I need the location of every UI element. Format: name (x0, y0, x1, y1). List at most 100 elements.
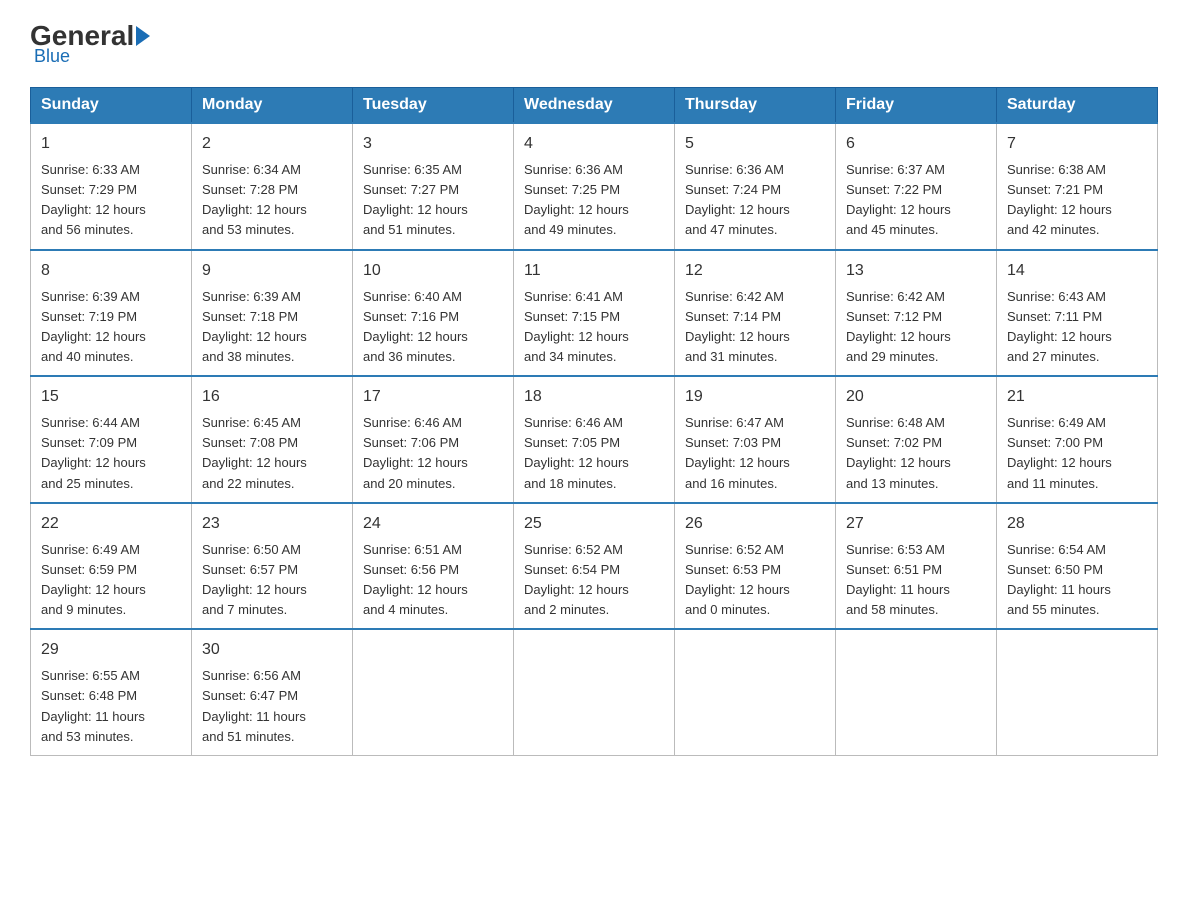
day-info: Sunrise: 6:42 AMSunset: 7:12 PMDaylight:… (846, 287, 986, 368)
day-number: 8 (41, 259, 181, 283)
calendar-cell: 1Sunrise: 6:33 AMSunset: 7:29 PMDaylight… (31, 123, 192, 250)
day-number: 23 (202, 512, 342, 536)
calendar-week-row: 22 Sunrise: 6:49 AMSunset: 6:59 PMDayligh… (31, 503, 1158, 630)
day-info: Sunrise: 6:38 AMSunset: 7:21 PMDaylight:… (1007, 160, 1147, 241)
calendar-cell: 7 Sunrise: 6:38 AMSunset: 7:21 PMDaylight… (997, 123, 1158, 250)
calendar-cell: 29 Sunrise: 6:55 AMSunset: 6:48 PMDayligh… (31, 629, 192, 755)
day-number: 10 (363, 259, 503, 283)
day-number: 16 (202, 385, 342, 409)
day-number: 14 (1007, 259, 1147, 283)
column-header-sunday: Sunday (31, 88, 192, 124)
calendar-cell: 6 Sunrise: 6:37 AMSunset: 7:22 PMDaylight… (836, 123, 997, 250)
day-number: 2 (202, 132, 342, 156)
calendar-cell: 3Sunrise: 6:35 AMSunset: 7:27 PMDaylight… (353, 123, 514, 250)
column-header-thursday: Thursday (675, 88, 836, 124)
day-number: 29 (41, 638, 181, 662)
column-header-monday: Monday (192, 88, 353, 124)
page-header: General Blue (30, 20, 1158, 67)
day-info: Sunrise: 6:49 AMSunset: 6:59 PMDaylight:… (41, 540, 181, 621)
day-info: Sunrise: 6:53 AMSunset: 6:51 PMDaylight:… (846, 540, 986, 621)
day-number: 5 (685, 132, 825, 156)
day-info: Sunrise: 6:41 AMSunset: 7:15 PMDaylight:… (524, 287, 664, 368)
day-number: 3 (363, 132, 503, 156)
calendar-cell: 8 Sunrise: 6:39 AMSunset: 7:19 PMDaylight… (31, 250, 192, 377)
day-number: 24 (363, 512, 503, 536)
calendar-cell: 30Sunrise: 6:56 AMSunset: 6:47 PMDayligh… (192, 629, 353, 755)
calendar-cell: 17 Sunrise: 6:46 AMSunset: 7:06 PMDayligh… (353, 376, 514, 503)
day-number: 1 (41, 132, 181, 156)
day-info: Sunrise: 6:45 AMSunset: 7:08 PMDaylight:… (202, 413, 342, 494)
calendar-cell: 2 Sunrise: 6:34 AMSunset: 7:28 PMDaylight… (192, 123, 353, 250)
day-number: 15 (41, 385, 181, 409)
day-number: 17 (363, 385, 503, 409)
calendar-week-row: 29 Sunrise: 6:55 AMSunset: 6:48 PMDayligh… (31, 629, 1158, 755)
calendar-cell (997, 629, 1158, 755)
calendar-cell: 19 Sunrise: 6:47 AMSunset: 7:03 PMDayligh… (675, 376, 836, 503)
day-info: Sunrise: 6:48 AMSunset: 7:02 PMDaylight:… (846, 413, 986, 494)
logo-blue-text: Blue (30, 46, 152, 67)
calendar-table: SundayMondayTuesdayWednesdayThursdayFrid… (30, 87, 1158, 756)
day-number: 20 (846, 385, 986, 409)
day-number: 21 (1007, 385, 1147, 409)
day-info: Sunrise: 6:44 AMSunset: 7:09 PMDaylight:… (41, 413, 181, 494)
calendar-cell: 13 Sunrise: 6:42 AMSunset: 7:12 PMDayligh… (836, 250, 997, 377)
calendar-week-row: 15 Sunrise: 6:44 AMSunset: 7:09 PMDayligh… (31, 376, 1158, 503)
day-info: Sunrise: 6:52 AMSunset: 6:53 PMDaylight:… (685, 540, 825, 621)
column-header-wednesday: Wednesday (514, 88, 675, 124)
day-info: Sunrise: 6:39 AMSunset: 7:19 PMDaylight:… (41, 287, 181, 368)
logo: General Blue (30, 20, 152, 67)
calendar-cell: 15 Sunrise: 6:44 AMSunset: 7:09 PMDayligh… (31, 376, 192, 503)
logo-triangle-icon (136, 26, 150, 46)
day-info: Sunrise: 6:42 AMSunset: 7:14 PMDaylight:… (685, 287, 825, 368)
calendar-cell: 25 Sunrise: 6:52 AMSunset: 6:54 PMDayligh… (514, 503, 675, 630)
calendar-cell (353, 629, 514, 755)
day-info: Sunrise: 6:40 AMSunset: 7:16 PMDaylight:… (363, 287, 503, 368)
day-number: 12 (685, 259, 825, 283)
calendar-cell: 14 Sunrise: 6:43 AMSunset: 7:11 PMDayligh… (997, 250, 1158, 377)
day-info: Sunrise: 6:37 AMSunset: 7:22 PMDaylight:… (846, 160, 986, 241)
day-number: 9 (202, 259, 342, 283)
day-number: 11 (524, 259, 664, 283)
day-number: 19 (685, 385, 825, 409)
calendar-cell: 10 Sunrise: 6:40 AMSunset: 7:16 PMDayligh… (353, 250, 514, 377)
column-header-saturday: Saturday (997, 88, 1158, 124)
calendar-header-row: SundayMondayTuesdayWednesdayThursdayFrid… (31, 88, 1158, 124)
calendar-cell: 22 Sunrise: 6:49 AMSunset: 6:59 PMDayligh… (31, 503, 192, 630)
day-info: Sunrise: 6:43 AMSunset: 7:11 PMDaylight:… (1007, 287, 1147, 368)
calendar-cell: 11 Sunrise: 6:41 AMSunset: 7:15 PMDayligh… (514, 250, 675, 377)
day-info: Sunrise: 6:39 AMSunset: 7:18 PMDaylight:… (202, 287, 342, 368)
column-header-tuesday: Tuesday (353, 88, 514, 124)
day-info: Sunrise: 6:50 AMSunset: 6:57 PMDaylight:… (202, 540, 342, 621)
day-number: 13 (846, 259, 986, 283)
calendar-cell: 18Sunrise: 6:46 AMSunset: 7:05 PMDayligh… (514, 376, 675, 503)
day-number: 27 (846, 512, 986, 536)
day-info: Sunrise: 6:46 AMSunset: 7:05 PMDaylight:… (524, 413, 664, 494)
calendar-cell (675, 629, 836, 755)
day-number: 6 (846, 132, 986, 156)
day-number: 25 (524, 512, 664, 536)
day-info: Sunrise: 6:51 AMSunset: 6:56 PMDaylight:… (363, 540, 503, 621)
calendar-cell: 23 Sunrise: 6:50 AMSunset: 6:57 PMDayligh… (192, 503, 353, 630)
day-info: Sunrise: 6:54 AMSunset: 6:50 PMDaylight:… (1007, 540, 1147, 621)
day-number: 7 (1007, 132, 1147, 156)
day-number: 4 (524, 132, 664, 156)
calendar-cell: 5 Sunrise: 6:36 AMSunset: 7:24 PMDaylight… (675, 123, 836, 250)
day-info: Sunrise: 6:49 AMSunset: 7:00 PMDaylight:… (1007, 413, 1147, 494)
calendar-cell (836, 629, 997, 755)
calendar-cell: 27 Sunrise: 6:53 AMSunset: 6:51 PMDayligh… (836, 503, 997, 630)
day-number: 22 (41, 512, 181, 536)
calendar-cell: 24 Sunrise: 6:51 AMSunset: 6:56 PMDayligh… (353, 503, 514, 630)
day-info: Sunrise: 6:34 AMSunset: 7:28 PMDaylight:… (202, 160, 342, 241)
calendar-cell: 26 Sunrise: 6:52 AMSunset: 6:53 PMDayligh… (675, 503, 836, 630)
day-info: Sunrise: 6:36 AMSunset: 7:24 PMDaylight:… (685, 160, 825, 241)
calendar-cell: 12 Sunrise: 6:42 AMSunset: 7:14 PMDayligh… (675, 250, 836, 377)
calendar-week-row: 1Sunrise: 6:33 AMSunset: 7:29 PMDaylight… (31, 123, 1158, 250)
day-info: Sunrise: 6:52 AMSunset: 6:54 PMDaylight:… (524, 540, 664, 621)
calendar-cell (514, 629, 675, 755)
day-number: 26 (685, 512, 825, 536)
day-info: Sunrise: 6:55 AMSunset: 6:48 PMDaylight:… (41, 666, 181, 747)
calendar-week-row: 8 Sunrise: 6:39 AMSunset: 7:19 PMDaylight… (31, 250, 1158, 377)
calendar-cell: 9 Sunrise: 6:39 AMSunset: 7:18 PMDaylight… (192, 250, 353, 377)
day-info: Sunrise: 6:46 AMSunset: 7:06 PMDaylight:… (363, 413, 503, 494)
day-info: Sunrise: 6:47 AMSunset: 7:03 PMDaylight:… (685, 413, 825, 494)
